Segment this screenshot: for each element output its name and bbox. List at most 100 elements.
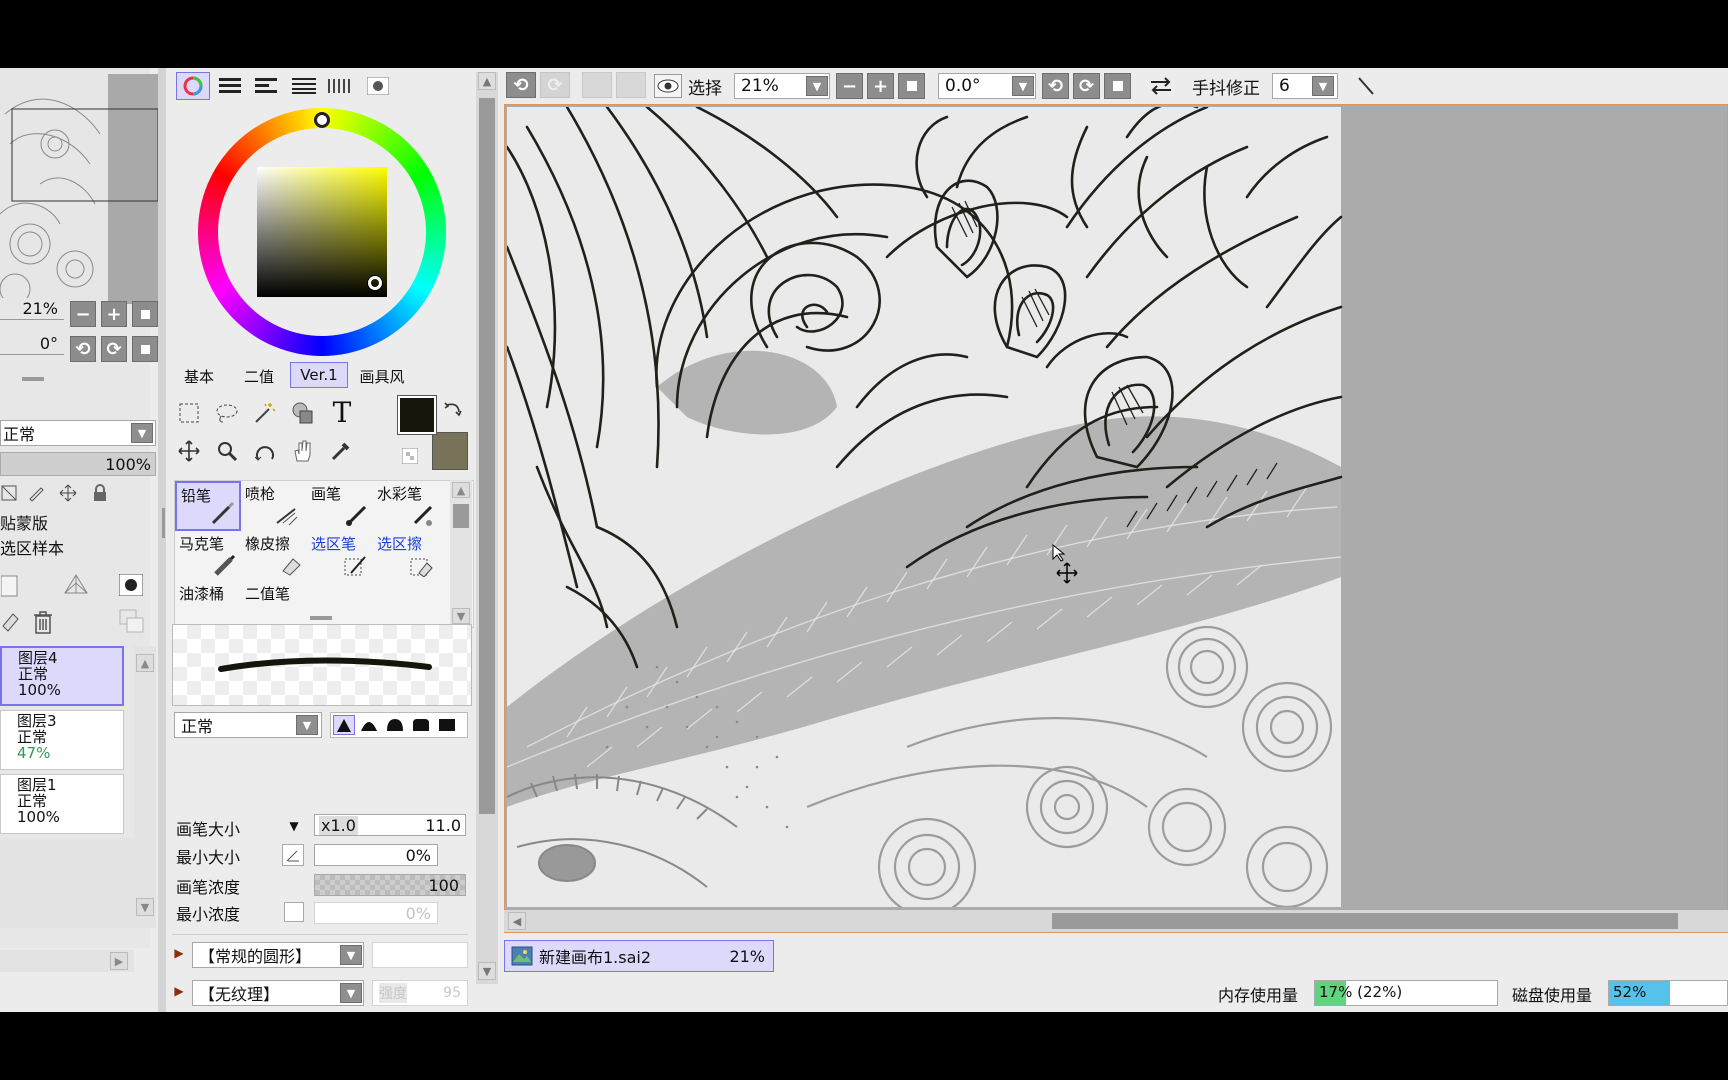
hue-marker[interactable] [314,112,330,128]
artwork-canvas[interactable] [507,107,1343,907]
navigator-rotate-reset-button[interactable] [132,336,158,362]
primary-color-swatch[interactable] [397,395,437,435]
tool-grid-scrollbar[interactable]: ▲ ▼ [450,480,472,628]
rect-select-icon[interactable] [174,398,204,428]
tab-binary[interactable]: 二值 [236,364,282,388]
brush-shape-select[interactable]: 【常规的圆形】 [192,942,364,968]
swatches-mode-icon[interactable] [290,72,318,100]
hsv-slider-mode-icon[interactable] [252,72,280,100]
zoom-out-button[interactable]: − [836,73,863,99]
navigator-rotate-right-button[interactable]: ⟳ [101,336,127,362]
tool-bucket[interactable]: 油漆桶 [175,581,241,621]
zoom-tool-icon[interactable] [212,436,242,466]
tool-empty-slot[interactable] [373,581,439,621]
scroll-thumb[interactable] [453,504,469,528]
tab-basic[interactable]: 基本 [176,364,222,388]
selection-source-checkbox-label[interactable]: 选区样本 [0,535,64,559]
tool-panel-scrollbar[interactable]: ▲ ▼ [476,72,498,984]
layer-hscroll[interactable]: ▶ [0,950,134,972]
lasso-icon[interactable] [212,398,242,428]
saturation-value-square[interactable] [257,167,387,297]
brush-texture-select[interactable]: 【无纹理】 [192,980,364,1006]
tool-selection-eraser[interactable]: 选区擦 [373,531,439,581]
merge-layer-icon[interactable] [118,608,146,636]
tool-pencil[interactable]: 铅笔 [175,481,241,531]
new-mask-icon[interactable] [118,572,144,598]
new-vector-layer-icon[interactable] [62,572,90,600]
rotate-right-button[interactable]: ⟳ [1073,73,1100,99]
scroll-up-icon[interactable]: ▲ [136,654,154,672]
text-tool-icon[interactable]: T [326,396,358,429]
brush-shape-strength-field[interactable] [372,942,468,968]
pressure-density-checkbox[interactable] [284,902,304,922]
flip-horizontal-icon[interactable] [1146,74,1176,98]
layer-blend-mode-dropdown-icon[interactable]: ▼ [131,423,153,443]
tool-empty-slot[interactable] [307,581,373,621]
tool-airbrush[interactable]: 喷枪 [241,481,307,531]
clear-layer-icon[interactable] [0,608,20,634]
canvas-area[interactable] [504,104,1728,912]
tip-shape-sharp[interactable] [333,715,355,735]
document-tab[interactable]: 新建画布1.sai2 21% [504,940,774,972]
zoom-dropdown-icon[interactable]: ▼ [806,76,828,96]
navigator-zoom-out-button[interactable]: − [70,301,96,327]
zoom-reset-button[interactable] [898,73,925,99]
straight-line-icon[interactable] [1352,74,1380,98]
color-marker[interactable] [368,276,382,290]
pressure-size-icon[interactable] [282,844,304,866]
navigator-zoom-reset-button[interactable] [132,301,158,327]
brush-size-multiplier[interactable]: x1.0 [319,815,358,835]
layer-item-layer4[interactable]: 图层4 正常 100% [0,646,124,706]
new-layer-icon[interactable] [0,572,20,600]
color-wheel-mode-button[interactable] [176,72,210,100]
min-density-field[interactable]: 0% [314,902,438,924]
stabilizer-dropdown-icon[interactable]: ▼ [1312,76,1334,96]
lock-all-icon[interactable] [88,482,112,504]
eyedropper-icon[interactable] [326,436,356,466]
tip-shape-flat-round[interactable] [411,715,433,735]
min-size-field[interactable]: 0% [314,844,438,866]
tool-selection-pen[interactable]: 选区笔 [307,531,373,581]
tool-binary-pen[interactable]: 二值笔 [241,581,307,621]
color-wheel[interactable] [198,108,446,356]
tool-brush[interactable]: 画笔 [307,481,373,531]
rgb-slider-mode-icon[interactable] [216,72,244,100]
tool-eraser[interactable]: 橡皮擦 [241,531,307,581]
navigator-preview[interactable] [0,74,159,305]
tab-ver1[interactable]: Ver.1 [290,362,348,388]
brush-density-slider[interactable]: 100 [314,874,466,896]
scroll-down-icon[interactable]: ▼ [452,608,470,624]
scroll-thumb[interactable] [1052,913,1678,929]
layer-item-layer1[interactable]: 图层1 正常 100% [0,774,124,834]
brush-blend-mode-dropdown-icon[interactable]: ▼ [296,715,318,735]
texture-strength-field[interactable]: 强度 95 [372,980,468,1006]
scroll-thumb[interactable] [479,98,495,814]
navigator-zoom-in-button[interactable]: + [101,301,127,327]
rotate-tool-icon[interactable] [250,436,280,466]
mixer-mode-icon[interactable] [326,72,354,100]
redo-button[interactable]: ⟳ [540,72,570,98]
scroll-up-icon[interactable]: ▲ [478,72,496,90]
tool-marker[interactable]: 马克笔 [175,531,241,581]
magic-wand-icon[interactable] [250,398,280,428]
brush-shape-expand-icon[interactable]: ▶ [172,944,186,962]
rotation-dropdown-icon[interactable]: ▼ [1012,76,1034,96]
move-tool-icon[interactable] [174,436,204,466]
tab-paint-style[interactable]: 画具风 [354,364,410,388]
scroll-down-icon[interactable]: ▼ [478,962,496,980]
navigator-angle-field[interactable]: 0° [0,333,64,355]
brush-size-expand-icon[interactable]: ▼ [286,818,302,834]
tip-shape-rounder[interactable] [385,715,407,735]
lock-move-icon[interactable] [56,482,80,504]
swap-colors-icon[interactable] [442,398,464,420]
tip-shape-flat[interactable] [437,715,459,735]
transparent-color-icon[interactable] [400,446,420,466]
brush-texture-expand-icon[interactable]: ▶ [172,982,186,1000]
tool-panel-splitter[interactable] [310,616,332,620]
brush-texture-dropdown-icon[interactable]: ▼ [340,983,362,1003]
canvas-hscrollbar[interactable]: ◀ [504,910,1728,932]
zoom-in-button[interactable]: + [867,73,894,99]
left-divider-grip[interactable] [162,508,165,538]
layer-list-scrollbar[interactable]: ▲ ▼ [134,646,156,928]
lock-transparency-icon[interactable] [0,482,18,504]
